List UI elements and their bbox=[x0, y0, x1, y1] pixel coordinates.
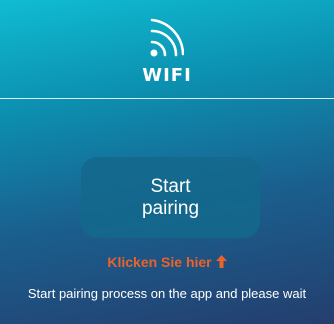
wifi-icon bbox=[150, 15, 184, 57]
page-title: WIFI bbox=[142, 65, 192, 86]
click-hint: Klicken Sie hier bbox=[0, 253, 334, 271]
start-pairing-label: Start pairing bbox=[141, 175, 200, 219]
click-hint-label: Klicken Sie hier bbox=[107, 254, 212, 270]
status-text: Start pairing process on the app and ple… bbox=[27, 286, 307, 301]
header: WIFI bbox=[0, 0, 334, 99]
start-pairing-button[interactable]: Start pairing bbox=[81, 157, 260, 238]
wifi-pairing-screen: WIFI Start pairing Klicken Sie hier Star… bbox=[0, 0, 334, 324]
arrow-up-icon bbox=[215, 255, 227, 268]
